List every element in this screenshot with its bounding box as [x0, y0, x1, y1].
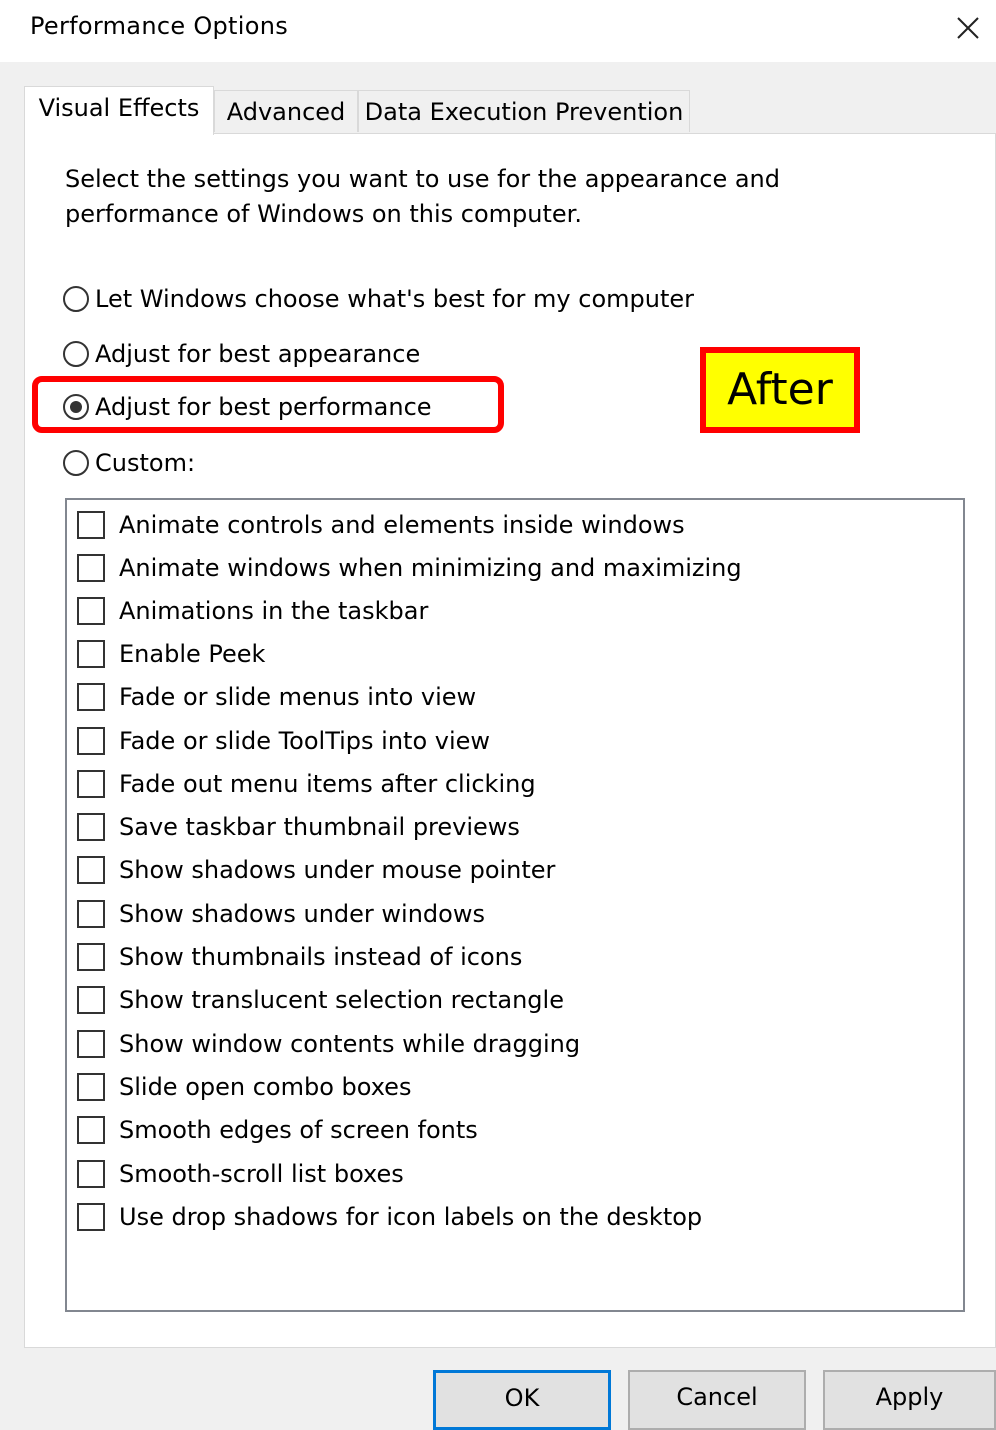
effect-item[interactable]: Show shadows under windows [77, 897, 485, 931]
checkbox[interactable] [77, 683, 105, 711]
performance-options-dialog: Performance Options Visual Effects Advan… [0, 0, 996, 1430]
effect-item[interactable]: Fade or slide ToolTips into view [77, 724, 490, 758]
effect-label: Show window contents while dragging [119, 1030, 581, 1058]
effect-label: Animate windows when minimizing and maxi… [119, 554, 742, 582]
checkbox[interactable] [77, 554, 105, 582]
checkbox[interactable] [77, 900, 105, 928]
checkbox[interactable] [77, 1203, 105, 1231]
tab-visual-effects[interactable]: Visual Effects [24, 86, 214, 135]
ok-button[interactable]: OK [433, 1370, 611, 1430]
annotation-highlight-box [32, 376, 504, 433]
annotation-after-badge: After [700, 347, 860, 433]
effect-label: Fade or slide menus into view [119, 683, 477, 711]
effect-label: Smooth edges of screen fonts [119, 1116, 478, 1144]
effect-item[interactable]: Enable Peek [77, 637, 265, 671]
radio-label: Let Windows choose what's best for my co… [95, 285, 695, 313]
effect-label: Enable Peek [119, 640, 266, 668]
checkbox[interactable] [77, 1160, 105, 1188]
effect-item[interactable]: Smooth-scroll list boxes [77, 1157, 404, 1191]
effect-item[interactable]: Show shadows under mouse pointer [77, 853, 555, 887]
title-bar: Performance Options [0, 0, 996, 62]
radio-label: Adjust for best appearance [95, 340, 421, 368]
checkbox[interactable] [77, 856, 105, 884]
radio-best-appearance[interactable]: Adjust for best appearance [63, 337, 420, 371]
effect-label: Smooth-scroll list boxes [119, 1160, 404, 1188]
effect-item[interactable]: Show translucent selection rectangle [77, 983, 564, 1017]
effect-item[interactable]: Animate windows when minimizing and maxi… [77, 551, 742, 585]
effect-item[interactable]: Show window contents while dragging [77, 1027, 580, 1061]
checkbox[interactable] [77, 1116, 105, 1144]
effect-item[interactable]: Animations in the taskbar [77, 594, 428, 628]
radio-label: Custom: [95, 449, 196, 477]
effect-item[interactable]: Animate controls and elements inside win… [77, 508, 685, 542]
visual-effects-panel: Select the settings you want to use for … [24, 133, 996, 1348]
checkbox[interactable] [77, 727, 105, 755]
checkbox[interactable] [77, 986, 105, 1014]
description-text: Select the settings you want to use for … [65, 165, 780, 228]
effect-label: Animations in the taskbar [119, 597, 429, 625]
radio-button[interactable] [63, 450, 89, 476]
checkbox[interactable] [77, 770, 105, 798]
checkbox[interactable] [77, 813, 105, 841]
effect-item[interactable]: Smooth edges of screen fonts [77, 1113, 478, 1147]
effect-label: Use drop shadows for icon labels on the … [119, 1203, 703, 1231]
cancel-button[interactable]: Cancel [628, 1370, 806, 1430]
checkbox[interactable] [77, 1073, 105, 1101]
effect-label: Animate controls and elements inside win… [119, 511, 685, 539]
window-title: Performance Options [30, 12, 289, 40]
effect-label: Show translucent selection rectangle [119, 986, 564, 1014]
effect-label: Fade out menu items after clicking [119, 770, 536, 798]
effect-label: Show shadows under windows [119, 900, 485, 928]
effect-item[interactable]: Fade or slide menus into view [77, 680, 476, 714]
checkbox[interactable] [77, 640, 105, 668]
effect-label: Slide open combo boxes [119, 1073, 412, 1101]
close-icon [957, 17, 979, 39]
tab-data-execution-prevention[interactable]: Data Execution Prevention [358, 90, 690, 132]
effect-item[interactable]: Slide open combo boxes [77, 1070, 411, 1104]
effect-item[interactable]: Save taskbar thumbnail previews [77, 810, 520, 844]
checkbox[interactable] [77, 597, 105, 625]
effect-item[interactable]: Show thumbnails instead of icons [77, 940, 522, 974]
effect-label: Show shadows under mouse pointer [119, 856, 556, 884]
radio-button[interactable] [63, 286, 89, 312]
effect-label: Fade or slide ToolTips into view [119, 727, 491, 755]
effect-item[interactable]: Use drop shadows for icon labels on the … [77, 1200, 702, 1234]
tab-advanced[interactable]: Advanced [214, 90, 358, 132]
checkbox[interactable] [77, 1030, 105, 1058]
visual-effects-listbox[interactable]: Animate controls and elements inside win… [65, 498, 965, 1312]
radio-custom[interactable]: Custom: [63, 446, 195, 480]
effect-item[interactable]: Fade out menu items after clicking [77, 767, 536, 801]
radio-let-windows-choose[interactable]: Let Windows choose what's best for my co… [63, 282, 694, 316]
close-button[interactable] [946, 6, 990, 50]
radio-button[interactable] [63, 341, 89, 367]
checkbox[interactable] [77, 511, 105, 539]
checkbox[interactable] [77, 943, 105, 971]
effect-label: Save taskbar thumbnail previews [119, 813, 520, 841]
effect-label: Show thumbnails instead of icons [119, 943, 523, 971]
apply-button[interactable]: Apply [823, 1370, 996, 1430]
